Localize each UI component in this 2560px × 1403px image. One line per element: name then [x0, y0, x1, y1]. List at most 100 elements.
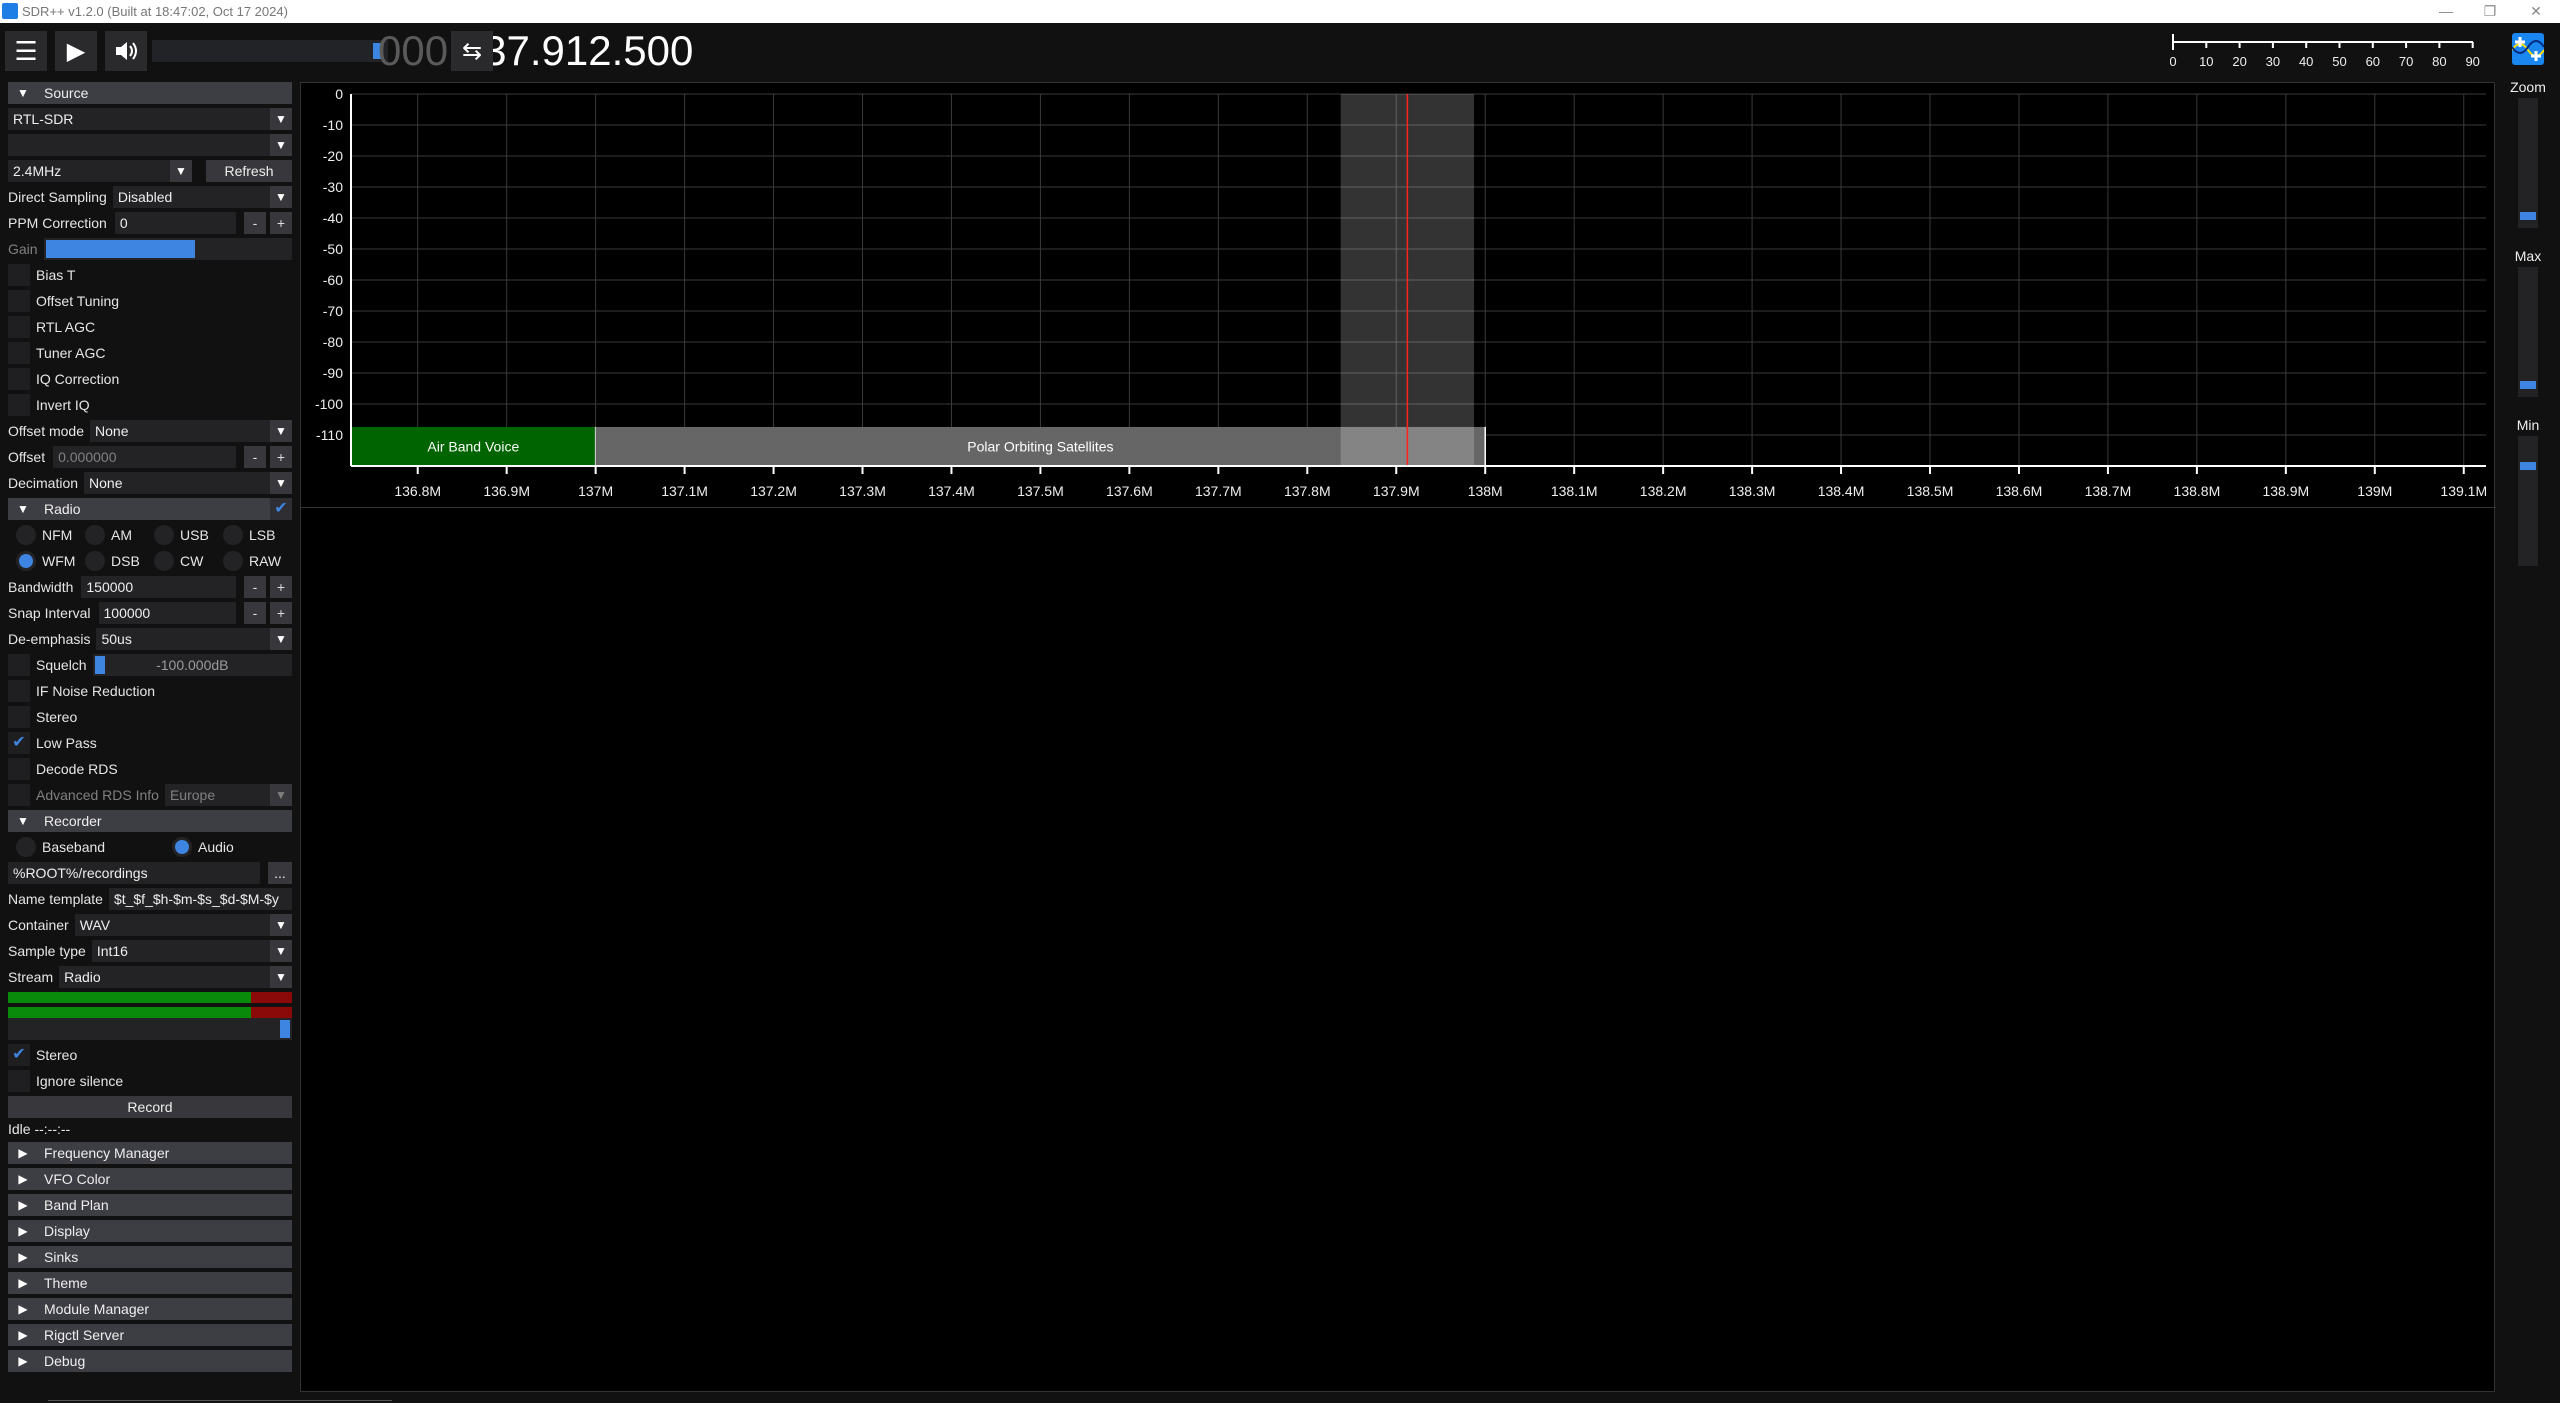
checkbox[interactable] — [8, 758, 30, 780]
section-header-source[interactable]: ▼ Source — [8, 82, 292, 104]
bandwidth-increment-button[interactable]: + — [270, 576, 292, 598]
mode-usb[interactable]: USB — [154, 525, 223, 545]
checkbox[interactable] — [8, 706, 30, 728]
volume-slider[interactable] — [152, 40, 388, 62]
mode-radio[interactable] — [154, 551, 174, 571]
section-header-recorder[interactable]: ▼ Recorder — [8, 810, 292, 832]
checkbox[interactable] — [8, 264, 30, 286]
radio-enable-checkbox[interactable]: ✔ — [270, 498, 292, 520]
name-template-input[interactable]: $t_$f_$h-$m-$s_$d-$M-$y — [108, 888, 292, 910]
waterfall[interactable] — [301, 508, 2494, 1391]
frequency-display[interactable]: 000.137.912.500 — [378, 22, 693, 80]
min-slider[interactable] — [2518, 436, 2538, 566]
checkbox[interactable] — [8, 368, 30, 390]
decimation-select[interactable]: None ▼ — [84, 472, 292, 494]
checkbox[interactable] — [8, 316, 30, 338]
zoom-slider[interactable] — [2518, 98, 2538, 228]
sample-type-select[interactable]: Int16 ▼ — [91, 940, 292, 962]
checkbox[interactable] — [8, 290, 30, 312]
stereo-record-checkbox[interactable]: ✔ — [8, 1044, 30, 1066]
samplerate-select[interactable]: 2.4MHz ▼ — [8, 160, 192, 182]
section-header-radio[interactable]: ▼ Radio ✔ — [8, 498, 292, 520]
mode-nfm[interactable]: NFM — [16, 525, 85, 545]
close-button[interactable]: ✕ — [2526, 2, 2546, 20]
menu-button[interactable]: ☰ — [5, 31, 47, 71]
recording-volume-handle[interactable] — [280, 1020, 290, 1038]
frequency-digits[interactable]: 137.912.500 — [460, 27, 694, 74]
gain-slider-fill[interactable] — [45, 240, 195, 258]
device-select[interactable]: ▼ — [8, 134, 292, 156]
baseband-radio[interactable] — [16, 837, 36, 857]
frequency-leading-digits[interactable]: 000. — [378, 27, 460, 74]
refresh-button[interactable]: Refresh — [206, 160, 292, 182]
recording-volume-slider[interactable] — [8, 1018, 292, 1040]
mode-dsb[interactable]: DSB — [85, 551, 154, 571]
deemphasis-select[interactable]: 50us ▼ — [96, 628, 292, 650]
sdrpp-logo[interactable] — [2512, 33, 2544, 65]
recording-path-input[interactable]: %ROOT%/recordings — [8, 862, 260, 884]
mute-button[interactable] — [105, 31, 147, 71]
squelch-checkbox[interactable] — [8, 654, 30, 676]
section-header-module-manager[interactable]: ▶ Module Manager — [8, 1298, 292, 1320]
stream-select[interactable]: Radio ▼ — [59, 966, 292, 988]
mode-raw[interactable]: RAW — [223, 551, 292, 571]
spectrum-waterfall-panel[interactable]: 0 -10 -20 -30 -40 -50 -60 -70 -80 -90 -100 -110 Air … — [300, 82, 2496, 1392]
play-button[interactable]: ▶ — [55, 31, 97, 71]
section-header-vfo-color[interactable]: ▶ VFO Color — [8, 1168, 292, 1190]
offset-increment-button[interactable]: + — [270, 446, 292, 468]
audio-radio[interactable] — [172, 837, 192, 857]
section-header-frequency-manager[interactable]: ▶ Frequency Manager — [8, 1142, 292, 1164]
max-slider[interactable] — [2518, 267, 2538, 397]
max-slider-handle[interactable] — [2520, 381, 2536, 390]
gain-slider[interactable] — [43, 238, 292, 260]
section-header-theme[interactable]: ▶ Theme — [8, 1272, 292, 1294]
snap-interval-input[interactable]: 100000 — [98, 602, 236, 624]
offset-decrement-button[interactable]: - — [244, 446, 266, 468]
section-header-debug[interactable]: ▶ Debug — [8, 1350, 292, 1372]
browse-button[interactable]: ... — [268, 862, 292, 884]
ppm-input[interactable]: 0 — [114, 212, 236, 234]
mode-radio[interactable] — [154, 525, 174, 545]
mode-radio[interactable] — [16, 551, 36, 571]
swap-button[interactable]: ⇆ — [451, 31, 493, 71]
minimize-button[interactable]: — — [2436, 2, 2456, 20]
advanced-rds-checkbox[interactable] — [8, 784, 30, 806]
ignore-silence-checkbox[interactable] — [8, 1070, 30, 1092]
snap-increment-button[interactable]: + — [270, 602, 292, 624]
bandwidth-decrement-button[interactable]: - — [244, 576, 266, 598]
mode-radio[interactable] — [223, 551, 243, 571]
checkbox[interactable]: ✔ — [8, 732, 30, 754]
offset-mode-select[interactable]: None ▼ — [90, 420, 292, 442]
restore-button[interactable]: ❐ — [2480, 2, 2500, 20]
fft-plot[interactable]: 0 -10 -20 -30 -40 -50 -60 -70 -80 -90 -100 -110 Air … — [301, 83, 2496, 507]
section-header-sinks[interactable]: ▶ Sinks — [8, 1246, 292, 1268]
ppm-increment-button[interactable]: + — [270, 212, 292, 234]
mode-radio[interactable] — [85, 551, 105, 571]
checkbox[interactable] — [8, 342, 30, 364]
mode-cw[interactable]: CW — [154, 551, 223, 571]
mode-lsb[interactable]: LSB — [223, 525, 292, 545]
mode-radio[interactable] — [223, 525, 243, 545]
bandwidth-input[interactable]: 150000 — [81, 576, 236, 598]
section-header-band-plan[interactable]: ▶ Band Plan — [8, 1194, 292, 1216]
direct-sampling-select[interactable]: Disabled ▼ — [112, 186, 292, 208]
snap-decrement-button[interactable]: - — [244, 602, 266, 624]
record-button[interactable]: Record — [8, 1096, 292, 1118]
mode-am[interactable]: AM — [85, 525, 154, 545]
checkbox[interactable] — [8, 394, 30, 416]
offset-input[interactable]: 0.000000 — [53, 446, 236, 468]
source-select[interactable]: RTL-SDR ▼ — [8, 108, 292, 130]
mode-radio[interactable] — [16, 525, 36, 545]
min-slider-handle[interactable] — [2520, 461, 2536, 470]
squelch-slider[interactable]: -100.000dB — [92, 654, 292, 676]
checkbox[interactable] — [8, 680, 30, 702]
mode-radio[interactable] — [85, 525, 105, 545]
section-header-display[interactable]: ▶ Display — [8, 1220, 292, 1242]
container-select[interactable]: WAV ▼ — [74, 914, 292, 936]
zoom-slider-handle[interactable] — [2520, 212, 2536, 221]
rds-region-select[interactable]: Europe ▼ — [164, 784, 292, 806]
section-header-rigctl-server[interactable]: ▶ Rigctl Server — [8, 1324, 292, 1346]
ppm-decrement-button[interactable]: - — [244, 212, 266, 234]
mode-wfm[interactable]: WFM — [16, 551, 85, 571]
squelch-slider-handle[interactable] — [94, 656, 105, 674]
